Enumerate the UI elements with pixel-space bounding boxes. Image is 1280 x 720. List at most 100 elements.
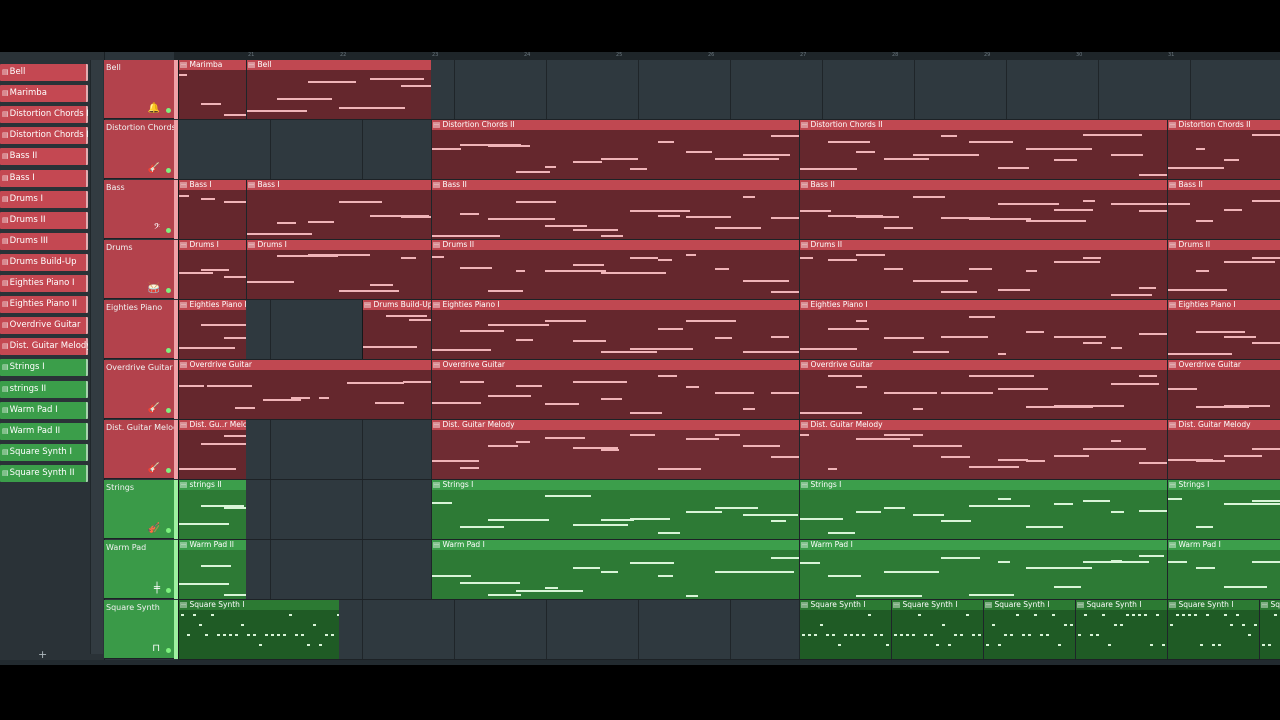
picker-item[interactable]: ▤Square Synth II (0, 464, 88, 482)
pattern-clip[interactable]: ▤ Distortion Chords II (431, 120, 799, 179)
track-header[interactable]: Eighties Piano (104, 300, 178, 359)
track-lane[interactable]: ▤ Dist. Gu..r Melody ▤ Dist. Guitar Melod… (178, 420, 1280, 480)
pattern-clip[interactable]: ▤ Eighties Piano I (1167, 300, 1280, 359)
track-mute-led[interactable] (166, 588, 171, 593)
picker-item[interactable]: ▤Drums III (0, 232, 88, 250)
track-lane[interactable]: ▤ Square Synth I ▤ Square Synth I ▤ Square… (178, 600, 1280, 660)
picker-item[interactable]: ▤strings II (0, 380, 88, 398)
pattern-clip[interactable]: ▤ Drums II (1167, 240, 1280, 299)
note (828, 468, 837, 470)
pattern-clip[interactable]: ▤ strings II (178, 480, 246, 539)
horizontal-scrollbar[interactable] (0, 660, 1280, 665)
pattern-clip[interactable]: ▤ Drums II (431, 240, 799, 299)
pattern-clip[interactable]: ▤ Bass I (178, 180, 246, 239)
track-lane[interactable]: ▤ Drums I ▤ Drums I ▤ Drums II ▤ Drums II ▤ … (178, 240, 1280, 300)
note (884, 434, 924, 436)
track-header[interactable]: Strings 🎻 (104, 480, 178, 539)
track-mute-led[interactable] (166, 168, 171, 173)
picker-item[interactable]: ▤Bass II (0, 148, 88, 166)
note (1168, 353, 1233, 355)
picker-item[interactable]: ▤Distortion Chords II (0, 127, 88, 145)
pattern-clip[interactable]: ▤ Eighties Piano I (431, 300, 799, 359)
track-header[interactable]: Bell 🔔 (104, 60, 178, 119)
track-mute-led[interactable] (166, 288, 171, 293)
pattern-clip[interactable]: ▤ Bass II (1167, 180, 1280, 239)
picker-item[interactable]: ▤Drums II (0, 211, 88, 229)
pattern-clip[interactable]: ▤ Warm Pad I (799, 540, 1167, 599)
track-lane[interactable]: ▤ Eighties Piano II ▤ Drums Build-Up ▤ Eig… (178, 300, 1280, 360)
pattern-clip[interactable]: ▤ Distortion Chords II (1167, 120, 1280, 179)
picker-item[interactable]: ▤Overdrive Guitar (0, 317, 88, 335)
picker-item[interactable]: ▤Drums I (0, 190, 88, 208)
pattern-clip[interactable]: ▤ Overdrive Guitar (799, 360, 1167, 419)
pattern-clip[interactable]: ▤ Square Synth I (891, 600, 983, 659)
pattern-clip[interactable]: ▤ Drums Build-Up (362, 300, 431, 359)
track-mute-led[interactable] (166, 108, 171, 113)
track-header[interactable]: Overdrive Guitar 🎸 (104, 360, 178, 419)
track-lane[interactable]: ▤ Overdrive Guitar ▤ Overdrive Guitar ▤ Ov… (178, 360, 1280, 420)
pattern-clip[interactable]: ▤ Overdrive Guitar (1167, 360, 1280, 419)
track-header[interactable]: Drums 🥁 (104, 240, 178, 299)
track-header[interactable]: Dist. Guitar Melody 🎸 (104, 420, 183, 479)
track-header[interactable]: Distortion Chords 🎸 (104, 120, 178, 179)
pattern-clip[interactable]: ▤ Strings I (1167, 480, 1280, 539)
picker-item[interactable]: ▤Distortion Chords I (0, 106, 88, 124)
pattern-clip[interactable]: ▤ Overdrive Guitar (178, 360, 431, 419)
picker-scrollbar[interactable] (90, 60, 103, 654)
track-mute-led[interactable] (166, 468, 171, 473)
pattern-clip[interactable]: ▤ Square Synth I (799, 600, 891, 659)
pattern-clip[interactable]: ▤ Drums I (178, 240, 246, 299)
pattern-clip[interactable]: ▤ Drums I (246, 240, 431, 299)
pattern-clip[interactable]: ▤ Distortion Chords II (799, 120, 1167, 179)
pattern-clip[interactable]: ▤ Square Synth I (178, 600, 339, 659)
pattern-clip[interactable]: ▤ Eighties Piano II (178, 300, 246, 359)
picker-item[interactable]: ▤Dist. Guitar Melody (0, 338, 88, 356)
pattern-clip[interactable]: ▤ Bass I (246, 180, 431, 239)
pattern-clip[interactable]: ▤ Warm Pad II (178, 540, 246, 599)
pattern-clip[interactable]: ▤ Bass II (431, 180, 799, 239)
pattern-clip[interactable]: ▤ Marimba (178, 60, 246, 119)
track-mute-led[interactable] (166, 228, 171, 233)
track-header[interactable]: Warm Pad ╪ (104, 540, 178, 599)
pattern-clip[interactable]: ▤ Drums II (799, 240, 1167, 299)
picker-item[interactable]: ▤Eighties Piano II (0, 296, 88, 314)
track-lane[interactable]: ▤ Warm Pad II ▤ Warm Pad I ▤ Warm Pad I ▤ W… (178, 540, 1280, 600)
picker-item[interactable]: ▤Warm Pad II (0, 422, 88, 440)
track-mute-led[interactable] (166, 648, 171, 653)
picker-item[interactable]: ▤Square Synth I (0, 443, 88, 461)
pattern-clip[interactable]: ▤ Bell (246, 60, 431, 119)
track-mute-led[interactable] (166, 408, 171, 413)
picker-item[interactable]: ▤Drums Build-Up (0, 253, 88, 271)
track-header[interactable]: Square Synth ⊓ (104, 600, 178, 659)
pattern-clip[interactable]: ▤ Square Synth I (1075, 600, 1167, 659)
pattern-clip[interactable]: ▤ Warm Pad I (431, 540, 799, 599)
track-mute-led[interactable] (166, 348, 171, 353)
track-header[interactable]: Bass 𝄢 (104, 180, 178, 239)
pattern-clip[interactable]: ▤ Strings I (799, 480, 1167, 539)
pattern-clip[interactable]: ▤ Bass II (799, 180, 1167, 239)
playlist-lanes[interactable]: ▤ Marimba ▤ Bell ▤ Distortion Chords II ▤ D… (178, 60, 1280, 660)
pattern-clip[interactable]: ▤ Square Synth I (1259, 600, 1280, 659)
track-lane[interactable]: ▤ Distortion Chords II ▤ Distortion Chord… (178, 120, 1280, 180)
pattern-clip[interactable]: ▤ Strings I (431, 480, 799, 539)
picker-item[interactable]: ▤Bell (0, 64, 88, 81)
track-lane[interactable]: ▤ Marimba ▤ Bell (178, 60, 1280, 120)
pattern-clip[interactable]: ▤ Dist. Guitar Melody (799, 420, 1167, 479)
timeline-ruler[interactable]: 21 22 23 24 25 26 27 28 29 30 31 (174, 52, 1280, 60)
pattern-clip[interactable]: ▤ Square Synth I (983, 600, 1075, 659)
picker-item[interactable]: ▤Strings I (0, 359, 88, 377)
picker-item[interactable]: ▤Eighties Piano I (0, 275, 88, 292)
picker-item[interactable]: ▤Marimba (0, 85, 88, 103)
pattern-clip[interactable]: ▤ Dist. Guitar Melody (1167, 420, 1280, 479)
track-lane[interactable]: ▤ Bass I ▤ Bass I ▤ Bass II ▤ Bass II ▤ Bass… (178, 180, 1280, 240)
picker-item[interactable]: ▤Warm Pad I (0, 401, 88, 419)
pattern-clip[interactable]: ▤ Square Synth I (1167, 600, 1259, 659)
pattern-clip[interactable]: ▤ Eighties Piano I (799, 300, 1167, 359)
track-mute-led[interactable] (166, 528, 171, 533)
pattern-clip[interactable]: ▤ Warm Pad I (1167, 540, 1280, 599)
picker-item[interactable]: ▤Bass I (0, 169, 88, 187)
pattern-clip[interactable]: ▤ Dist. Guitar Melody (431, 420, 799, 479)
pattern-clip[interactable]: ▤ Dist. Gu..r Melody (178, 420, 246, 479)
track-lane[interactable]: ▤ strings II ▤ Strings I ▤ Strings I ▤ Stri… (178, 480, 1280, 540)
pattern-clip[interactable]: ▤ Overdrive Guitar (431, 360, 799, 419)
